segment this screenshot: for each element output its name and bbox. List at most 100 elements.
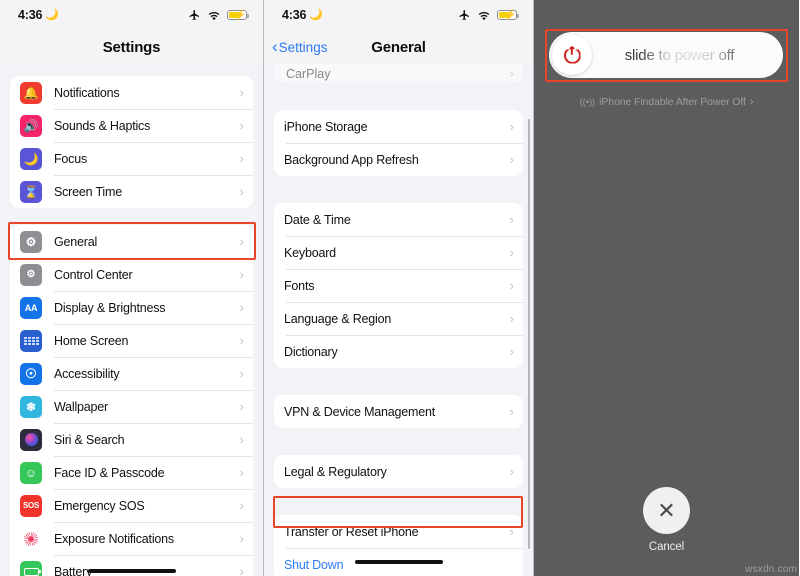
sidebar-item-siri-search[interactable]: Siri & Search ›: [10, 423, 253, 456]
back-label: Settings: [278, 39, 328, 55]
wifi-icon: [208, 11, 220, 20]
row-label: Fonts: [284, 278, 315, 293]
row-date-time[interactable]: Date & Time ›: [274, 203, 523, 236]
panel-general: 4:36 🌙 ⚡ ‹ Settings General CarPlay › iP…: [264, 0, 534, 576]
row-label: Notifications: [54, 85, 120, 100]
row-label: Exposure Notifications: [54, 531, 174, 546]
panel-settings: 4:36 🌙 ⚡ Settings 🔔 Notifications › 🔊 So…: [0, 0, 264, 576]
close-x-icon[interactable]: ✕: [643, 487, 690, 534]
row-fonts[interactable]: Fonts ›: [274, 269, 523, 302]
row-transfer-or-reset-iphone[interactable]: Transfer or Reset iPhone ›: [274, 515, 523, 548]
row-iphone-storage[interactable]: iPhone Storage ›: [274, 110, 523, 143]
general-group-2: Date & Time › Keyboard › Fonts › Languag…: [274, 203, 523, 368]
screenshot-stage: 4:36 🌙 ⚡ Settings 🔔 Notifications › 🔊 So…: [0, 0, 800, 576]
chevron-right-icon: ›: [239, 234, 244, 249]
power-icon: [563, 45, 581, 64]
general-list[interactable]: CarPlay › iPhone Storage › Background Ap…: [264, 64, 533, 576]
home-indicator: [87, 569, 176, 573]
sidebar-item-wallpaper[interactable]: ❄ Wallpaper ›: [10, 390, 253, 423]
battery-icon: [20, 560, 42, 576]
row-label: Legal & Regulatory: [284, 464, 387, 479]
sidebar-item-emergency-sos[interactable]: SOS Emergency SOS ›: [10, 489, 253, 522]
status-bar-settings: 4:36 🌙 ⚡: [0, 0, 263, 30]
settings-group-2: ⚙ General › ⚙ Control Center › AA Displa…: [10, 225, 253, 576]
partial-row-carplay[interactable]: CarPlay ›: [274, 64, 523, 83]
face-id-icon: ☺: [20, 461, 42, 484]
slider-label: slide to power off: [592, 47, 783, 64]
general-group-5: Transfer or Reset iPhone › Shut Down: [274, 515, 523, 576]
chevron-right-icon: ›: [239, 333, 244, 348]
sidebar-item-notifications[interactable]: 🔔 Notifications ›: [10, 76, 253, 109]
row-label: Transfer or Reset iPhone: [284, 524, 419, 539]
row-vpn-device-management[interactable]: VPN & Device Management ›: [274, 395, 523, 428]
general-group-3: VPN & Device Management ›: [274, 395, 523, 428]
airplane-mode-icon: [189, 10, 199, 20]
power-slider-knob[interactable]: [552, 35, 592, 75]
chevron-right-icon: ›: [509, 404, 514, 419]
chevron-right-icon: ›: [239, 85, 244, 100]
row-label: Accessibility: [54, 366, 120, 381]
status-clock: 4:36 🌙: [282, 8, 323, 22]
scrollbar-thumb[interactable]: [527, 119, 530, 549]
chevron-right-icon: ›: [239, 151, 244, 166]
accessibility-icon: ☉: [20, 362, 42, 385]
iphone-findable-row[interactable]: ((•)) iPhone Findable After Power Off ›: [534, 96, 799, 108]
general-group-4: Legal & Regulatory ›: [274, 455, 523, 488]
siri-search-icon: [20, 428, 42, 451]
chevron-right-icon: ›: [239, 366, 244, 381]
row-label: Control Center: [54, 267, 133, 282]
row-keyboard[interactable]: Keyboard ›: [274, 236, 523, 269]
chevron-right-icon: ›: [509, 119, 514, 134]
battery-charging-icon: ⚡: [497, 10, 519, 21]
chevron-right-icon: ›: [509, 311, 514, 326]
slider-track[interactable]: slide to power off: [549, 32, 783, 78]
sidebar-item-home-screen[interactable]: Home Screen ›: [10, 324, 253, 357]
row-language-region[interactable]: Language & Region ›: [274, 302, 523, 335]
chevron-right-icon: ›: [509, 212, 514, 227]
status-clock: 4:36 🌙: [18, 8, 59, 22]
wallpaper-icon: ❄: [20, 395, 42, 418]
chevron-right-icon: ›: [509, 464, 514, 479]
sidebar-item-exposure-notifications[interactable]: Exposure Notifications ›: [10, 522, 253, 555]
navbar-general: ‹ Settings General: [264, 30, 533, 64]
general-gear-icon: ⚙: [20, 230, 42, 253]
exposure-notifications-icon: [20, 527, 42, 550]
home-screen-icon: [20, 329, 42, 352]
watermark: wsxdn.com: [745, 564, 797, 575]
cancel-control[interactable]: ✕ Cancel: [534, 487, 799, 553]
chevron-right-icon: ›: [509, 66, 514, 81]
sidebar-item-sounds-haptics[interactable]: 🔊 Sounds & Haptics ›: [10, 109, 253, 142]
sidebar-item-general[interactable]: ⚙ General ›: [10, 225, 253, 258]
chevron-right-icon: ›: [509, 278, 514, 293]
row-label: Date & Time: [284, 212, 351, 227]
sidebar-item-screen-time[interactable]: ⌛ Screen Time ›: [10, 175, 253, 208]
chevron-right-icon: ›: [239, 267, 244, 282]
sidebar-item-accessibility[interactable]: ☉ Accessibility ›: [10, 357, 253, 390]
row-label: General: [54, 234, 98, 249]
sidebar-item-focus[interactable]: 🌙 Focus ›: [10, 142, 253, 175]
findable-label: iPhone Findable After Power Off: [599, 96, 746, 108]
row-label: Emergency SOS: [54, 498, 145, 513]
back-button-settings[interactable]: ‹ Settings: [272, 38, 328, 56]
status-icons: ⚡: [188, 9, 249, 21]
row-label: iPhone Storage: [284, 119, 368, 134]
sidebar-item-control-center[interactable]: ⚙ Control Center ›: [10, 258, 253, 291]
status-time: 4:36: [18, 8, 43, 22]
row-label: Face ID & Passcode: [54, 465, 165, 480]
sidebar-item-face-id-passcode[interactable]: ☺ Face ID & Passcode ›: [10, 456, 253, 489]
sidebar-item-display-brightness[interactable]: AA Display & Brightness ›: [10, 291, 253, 324]
row-legal-regulatory[interactable]: Legal & Regulatory ›: [274, 455, 523, 488]
panel-power-off: slide to power off ((•)) iPhone Findable…: [534, 0, 799, 576]
slide-to-power-off-slider[interactable]: slide to power off: [549, 32, 783, 78]
settings-list[interactable]: 🔔 Notifications › 🔊 Sounds & Haptics › 🌙…: [0, 64, 263, 576]
chevron-right-icon: ›: [239, 300, 244, 315]
control-center-icon: ⚙: [20, 263, 42, 286]
airplane-mode-icon: [459, 10, 469, 20]
row-dictionary[interactable]: Dictionary ›: [274, 335, 523, 368]
chevron-right-icon: ›: [509, 524, 514, 539]
crescent-moon-icon: 🌙: [45, 8, 59, 21]
row-label: Keyboard: [284, 245, 336, 260]
wifi-icon: [478, 11, 490, 20]
settings-group-1: 🔔 Notifications › 🔊 Sounds & Haptics › 🌙…: [10, 76, 253, 208]
row-background-app-refresh[interactable]: Background App Refresh ›: [274, 143, 523, 176]
